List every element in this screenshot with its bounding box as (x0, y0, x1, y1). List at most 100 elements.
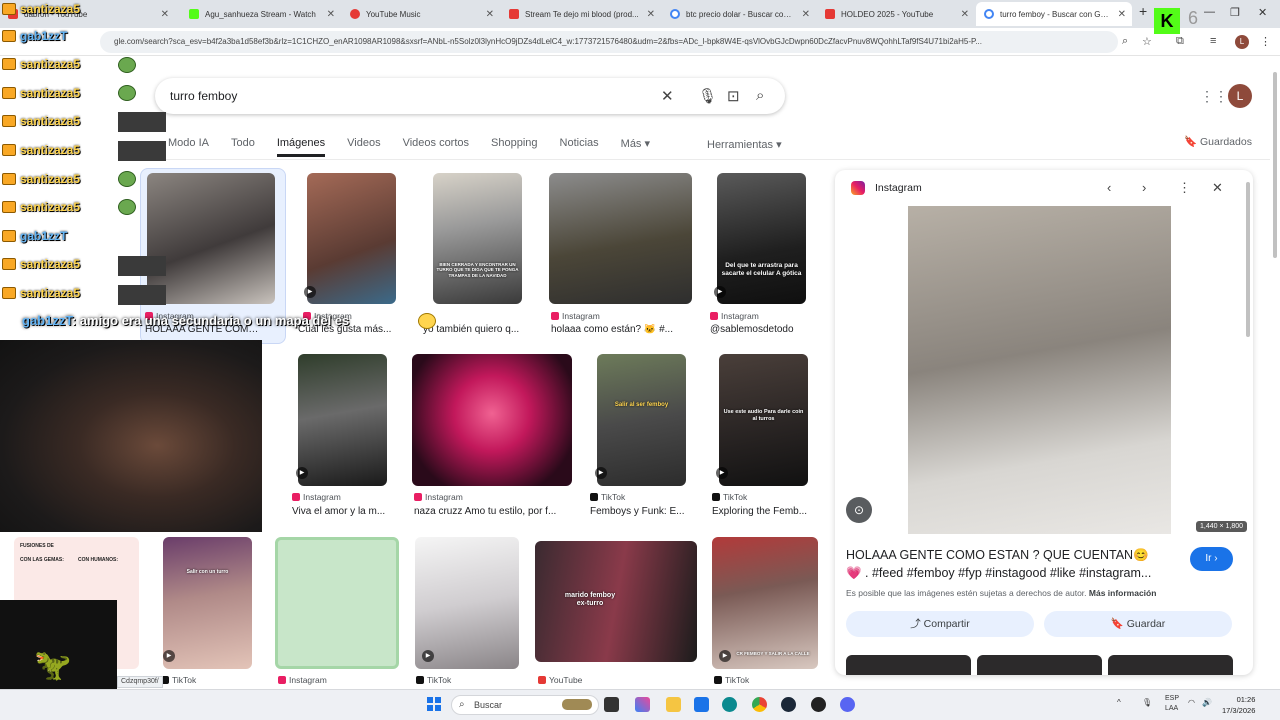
extensions-icon[interactable]: ⧉ (1176, 35, 1184, 48)
tools-menu[interactable]: Herramientas ▾ (707, 138, 782, 151)
saved-link[interactable]: 🔖 Guardados (1184, 135, 1252, 148)
search-box[interactable]: turro femboy ✕ 🎙 ⊡ ⌕ (155, 78, 785, 114)
language-indicator[interactable]: ESP LAA (1165, 694, 1179, 714)
minimize-icon[interactable]: — (1204, 6, 1215, 18)
previous-icon[interactable]: ‹ (1107, 180, 1111, 195)
result-image[interactable] (433, 173, 522, 304)
weather-widget-icon[interactable] (562, 699, 592, 710)
tab-modo-ia[interactable]: Modo IA (168, 137, 209, 157)
close-tab-icon[interactable]: ✕ (486, 9, 494, 20)
sub-badge-icon (2, 3, 16, 15)
clock[interactable]: 01:26 17/3/2026 (1222, 694, 1255, 716)
close-tab-icon[interactable]: ✕ (327, 9, 335, 20)
tab-shopping[interactable]: Shopping (491, 137, 538, 157)
preview-title[interactable]: HOLAAA GENTE COMO ESTAN ? QUE CUENTAN😊 💗… (846, 546, 1166, 582)
close-tab-icon[interactable]: ✕ (961, 9, 969, 20)
task-view-icon[interactable] (604, 697, 619, 712)
visit-button[interactable]: Ir › (1190, 547, 1233, 571)
result-image[interactable] (163, 537, 252, 669)
tab-imagenes[interactable]: Imágenes (276, 137, 326, 157)
result-image[interactable] (298, 354, 387, 486)
related-image[interactable] (846, 655, 971, 675)
windows-start-icon[interactable] (427, 697, 441, 711)
result-caption[interactable]: Viva el amor y la m... (292, 506, 392, 517)
tab-videos-cortos[interactable]: Videos cortos (403, 137, 469, 157)
menu-icon[interactable]: ⋮ (1260, 35, 1271, 48)
result-caption[interactable]: holaaa como están? 🐱 #... (551, 324, 686, 335)
result-source: Instagram (551, 311, 600, 321)
edge-icon[interactable] (722, 697, 737, 712)
close-tab-icon[interactable]: ✕ (647, 9, 655, 20)
browser-tab[interactable]: Agu_sanhueza Stream - Watch ✕ (181, 2, 341, 26)
close-window-icon[interactable]: ✕ (1258, 6, 1267, 19)
lens-icon[interactable]: ⊡ (727, 87, 740, 105)
new-tab-button[interactable]: + (1139, 3, 1147, 19)
maximize-icon[interactable]: ❐ (1230, 6, 1240, 19)
result-caption[interactable]: yo también quiero q... (423, 324, 528, 335)
tab-videos[interactable]: Videos (347, 137, 380, 157)
browser-tab[interactable]: Stream Te dejo mi blood (prod... ✕ (501, 2, 661, 26)
preview-image[interactable] (908, 206, 1171, 534)
browser-tab-active[interactable]: turro femboy - Buscar con Goo... ✕ (976, 2, 1132, 26)
tab-noticias[interactable]: Noticias (560, 137, 599, 157)
chrome-icon[interactable] (752, 697, 767, 712)
more-info-link[interactable]: Más información (1089, 588, 1157, 598)
result-caption[interactable]: @sablemosdetodo (710, 324, 820, 335)
steam-icon[interactable] (781, 697, 796, 712)
chat-message: santizaza5 (2, 110, 80, 132)
browser-tab[interactable]: btc precio dolar - Buscar con G... ✕ (662, 2, 816, 26)
preview-source[interactable]: Instagram (851, 181, 922, 195)
file-explorer-icon[interactable] (666, 697, 681, 712)
save-button[interactable]: 🔖 Guardar (1044, 611, 1232, 637)
panel-scrollbar[interactable] (1246, 182, 1250, 337)
tab-mas[interactable]: Más ▾ (621, 137, 650, 157)
copilot-icon[interactable] (635, 697, 650, 712)
account-avatar[interactable]: L (1228, 84, 1252, 108)
next-icon[interactable]: › (1142, 180, 1146, 195)
result-image[interactable] (307, 173, 396, 304)
tray-expand-icon[interactable]: ^ (1117, 698, 1121, 707)
discord-icon[interactable] (840, 697, 855, 712)
result-image[interactable] (275, 537, 399, 669)
mic-tray-icon[interactable]: 🎙 (1142, 698, 1152, 707)
wifi-icon[interactable]: ◠ (1188, 698, 1195, 707)
tab-todo[interactable]: Todo (231, 137, 255, 157)
image-dimensions: 1,440 × 1,800 (1195, 521, 1247, 532)
lens-search-icon[interactable]: ⊙ (846, 497, 872, 523)
result-source: TikTok (714, 675, 749, 685)
result-image[interactable] (597, 354, 686, 486)
microphone-icon[interactable]: 🎙 (698, 87, 717, 105)
share-button[interactable]: ⤴ Compartir (846, 611, 1034, 637)
result-caption[interactable]: Exploring the Femb... (712, 506, 817, 517)
browser-profile-avatar[interactable]: L (1235, 35, 1249, 49)
result-image[interactable] (549, 173, 692, 304)
result-caption[interactable]: naza cruzz Amo tu estilo, por f... (414, 506, 569, 517)
clear-icon[interactable]: ✕ (661, 87, 674, 105)
result-image[interactable] (412, 354, 572, 486)
search-input[interactable]: turro femboy (170, 89, 237, 103)
result-image[interactable] (415, 537, 519, 669)
zoom-icon[interactable]: ⌕ (1122, 35, 1128, 48)
more-options-icon[interactable]: ⋮ (1178, 180, 1191, 196)
related-image[interactable] (977, 655, 1102, 675)
video-play-icon: ▶ (719, 650, 731, 662)
page-scrollbar[interactable] (1273, 72, 1277, 258)
bookmark-star-icon[interactable]: ☆ (1142, 35, 1152, 48)
close-tab-icon[interactable]: ✕ (1118, 9, 1126, 20)
result-image[interactable] (717, 173, 806, 304)
close-tab-icon[interactable]: ✕ (161, 9, 169, 20)
address-bar[interactable]: gle.com/search?sca_esv=b4f2a3ba1d58ef3b&… (100, 31, 1118, 53)
obs-icon[interactable] (811, 697, 826, 712)
related-image[interactable] (1108, 655, 1233, 675)
store-icon[interactable] (694, 697, 709, 712)
volume-icon[interactable]: 🔊 (1202, 698, 1212, 707)
media-controls-icon[interactable]: ≡ (1210, 35, 1216, 47)
close-tab-icon[interactable]: ✕ (802, 9, 810, 20)
result-image[interactable] (147, 173, 275, 304)
close-icon[interactable]: ✕ (1212, 180, 1223, 196)
browser-tab[interactable]: YouTube Music ✕ (342, 2, 500, 26)
browser-tab[interactable]: HOLDEO 2025 - YouTube ✕ (817, 2, 975, 26)
result-caption[interactable]: Femboys y Funk: E... (590, 506, 690, 517)
search-icon[interactable]: ⌕ (756, 87, 764, 104)
result-image[interactable] (712, 537, 818, 669)
